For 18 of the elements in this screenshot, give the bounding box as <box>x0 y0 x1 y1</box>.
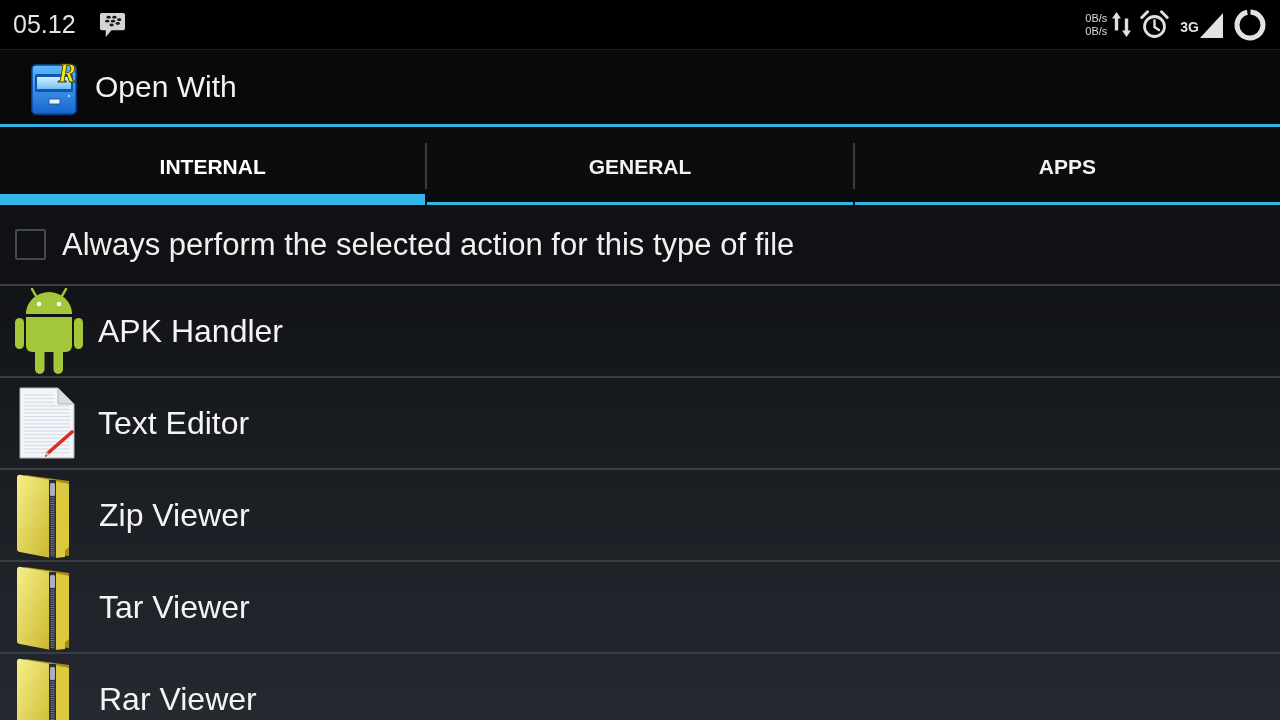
android-robot-icon <box>14 288 84 374</box>
network-speed-text: 0B/s <box>1085 24 1108 38</box>
document-pencil-icon <box>18 387 76 459</box>
network-speed-text: 0B/s <box>1085 11 1108 25</box>
alarm-clock-icon <box>1140 10 1170 39</box>
screen-title: Open With <box>95 69 237 105</box>
status-time: 05.12 <box>13 12 76 37</box>
ring-icon <box>1234 8 1266 41</box>
data-arrows-icon <box>1112 12 1132 37</box>
app-option[interactable]: Tar Viewer <box>0 560 1280 652</box>
app-option[interactable]: APK Handler <box>0 284 1280 376</box>
app-option[interactable]: Zip Viewer <box>0 468 1280 560</box>
app-option[interactable]: Rar Viewer <box>0 652 1280 720</box>
app-option[interactable]: Text Editor <box>0 376 1280 468</box>
signal-icon <box>1200 13 1223 38</box>
network-type-text: 3G <box>1180 19 1199 34</box>
chat-bubble-icon <box>98 11 126 38</box>
checkbox[interactable] <box>15 229 46 260</box>
